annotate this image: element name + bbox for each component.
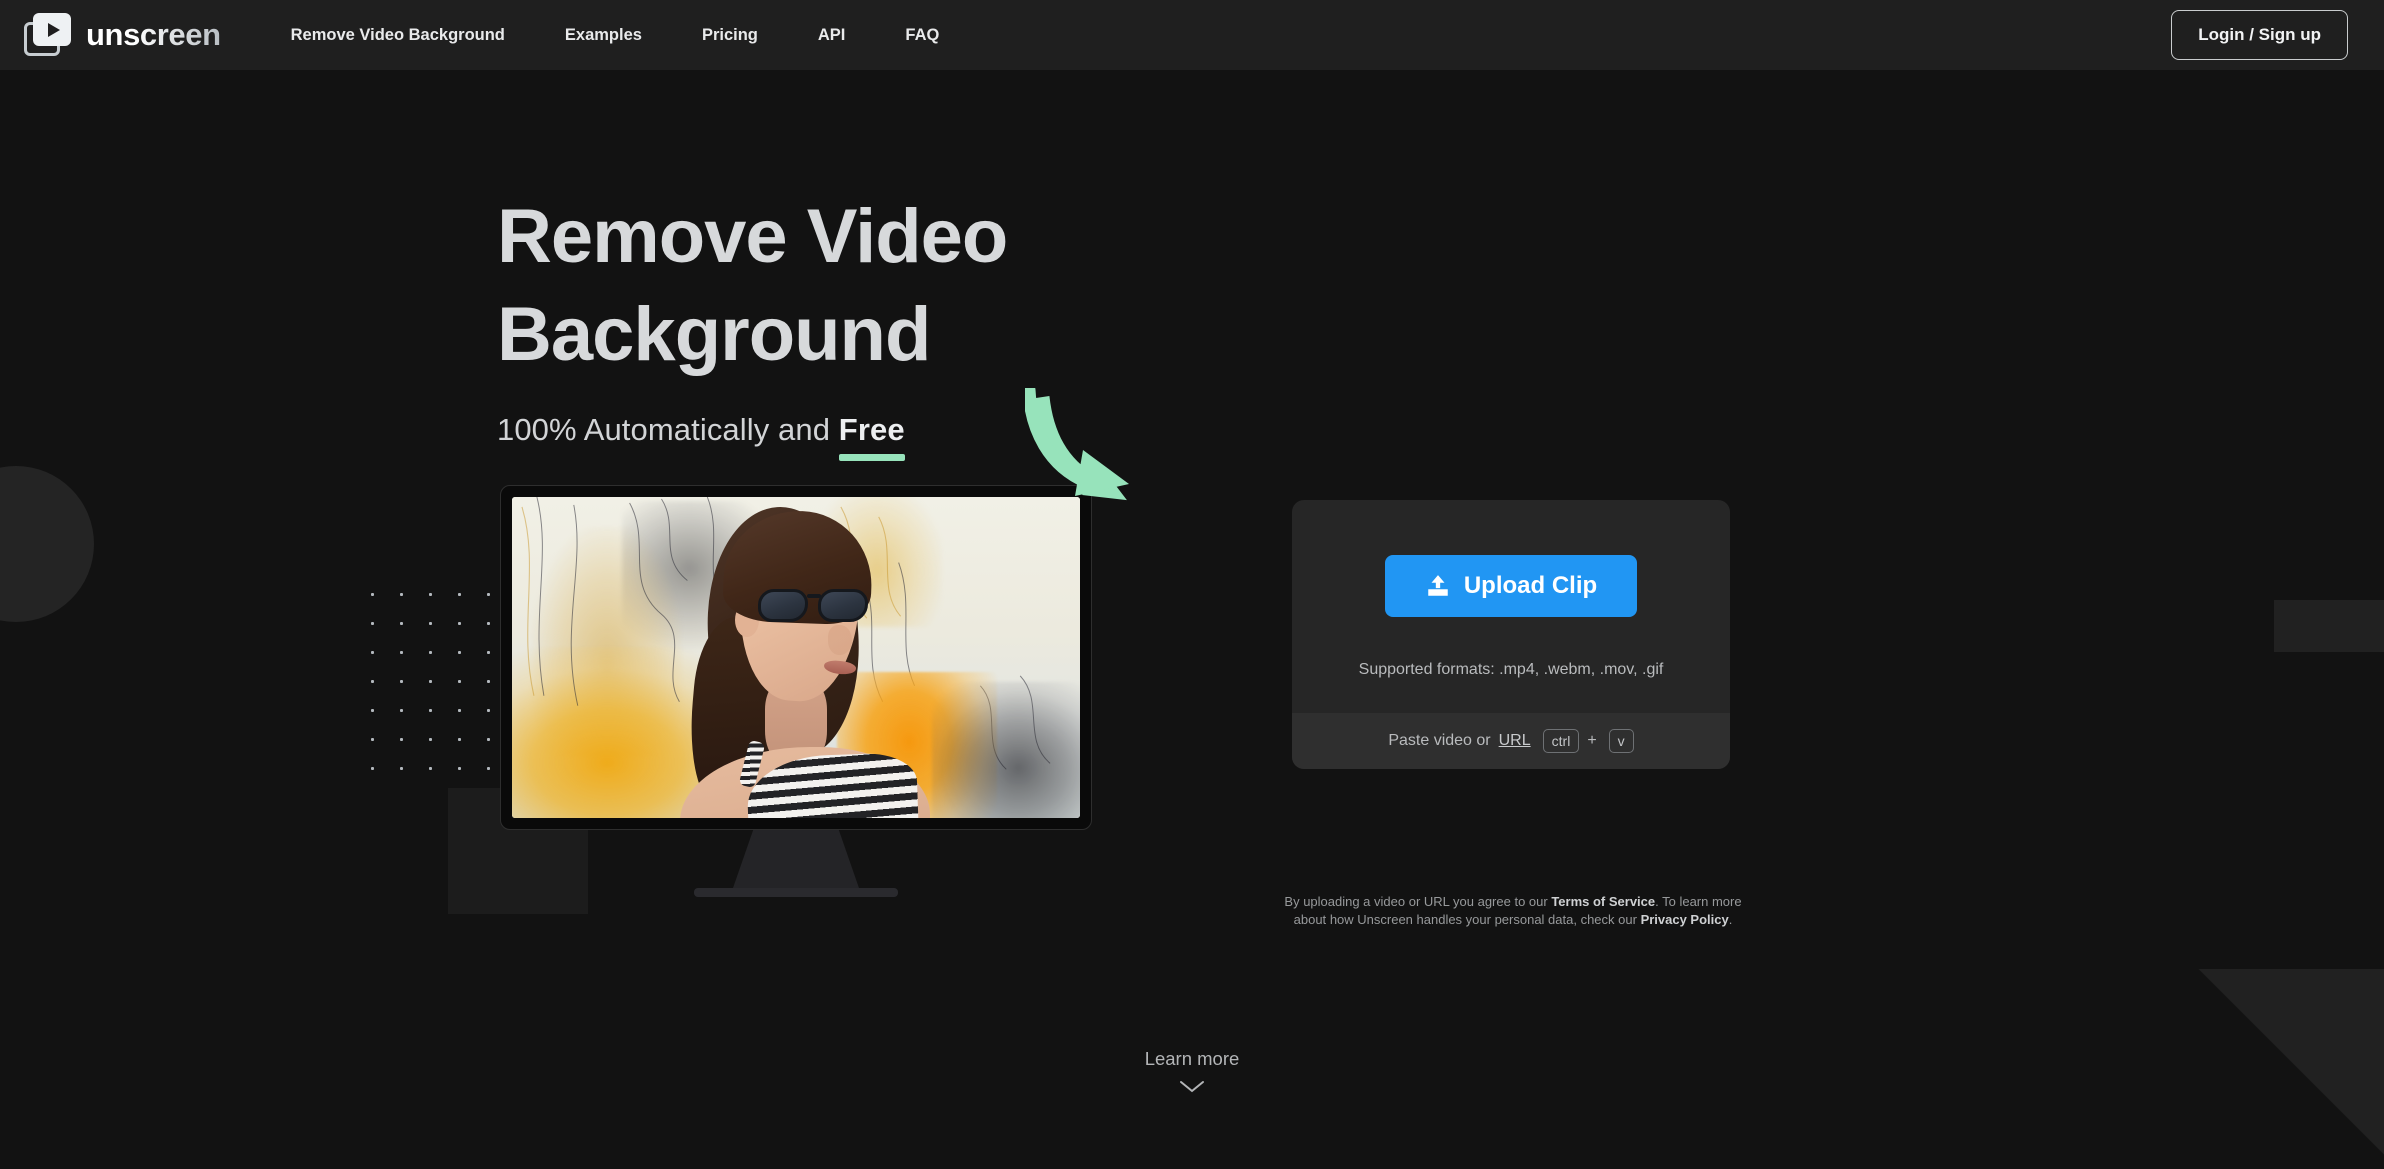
video-preview-woman-sunglasses: [512, 497, 1080, 818]
upload-clip-label: Upload Clip: [1463, 572, 1598, 599]
legal-disclaimer: By uploading a video or URL you agree to…: [1278, 893, 1748, 929]
keycap-v: v: [1608, 729, 1634, 754]
monitor-stand: [733, 830, 859, 888]
upload-icon: [1428, 575, 1448, 596]
learn-more-label: Learn more: [1144, 1048, 1240, 1069]
unscreen-play-video-icon: [24, 13, 72, 57]
site-header: unscreen Remove Video Background Example…: [0, 0, 2384, 70]
nav-item-pricing[interactable]: Pricing: [702, 26, 758, 45]
hero-section: Remove Video Background 100% Automatical…: [0, 70, 2384, 1169]
keycap-plus: +: [1587, 732, 1597, 750]
monitor-base: [694, 888, 898, 897]
nav-item-api[interactable]: API: [818, 26, 846, 45]
brand-name: unscreen: [86, 17, 221, 52]
nav-item-remove-video-background[interactable]: Remove Video Background: [291, 26, 505, 45]
paste-url-bar[interactable]: Paste video or URL ctrl + v: [1292, 713, 1730, 770]
page-title: Remove Video Background: [497, 188, 1257, 384]
upload-card-body: Upload Clip Supported formats: .mp4, .we…: [1292, 500, 1730, 713]
login-signup-button[interactable]: Login / Sign up: [2171, 10, 2348, 60]
curved-arrow-icon: [1025, 388, 1129, 501]
nav-item-faq[interactable]: FAQ: [905, 26, 939, 45]
unscreen-landing-page: unscreen Remove Video Background Example…: [0, 0, 2384, 1169]
hero-subtitle-highlight: Free: [839, 412, 905, 451]
hero-title-line-1: Remove Video: [497, 194, 1008, 279]
legal-line2-suffix: .: [1728, 912, 1733, 927]
terms-of-service-link[interactable]: Terms of Service: [1551, 894, 1655, 909]
supported-formats-text: Supported formats: .mp4, .webm, .mov, .g…: [1358, 661, 1664, 678]
monitor-mockup: [500, 485, 1092, 897]
monitor-bezel: [500, 485, 1092, 830]
chevron-down-icon: [1180, 1081, 1204, 1093]
sunglasses: [758, 587, 876, 625]
dot-grid-pattern: [358, 580, 492, 780]
legal-line2-prefix: how Unscreen handles your personal data,…: [1329, 912, 1641, 927]
upload-card: Upload Clip Supported formats: .mp4, .we…: [1292, 500, 1730, 770]
nav-item-examples[interactable]: Examples: [565, 26, 642, 45]
legal-line1-prefix: By uploading a video or URL you agree to…: [1284, 894, 1552, 909]
main-navigation: Remove Video Background Examples Pricing…: [291, 26, 940, 45]
keycap-ctrl: ctrl: [1542, 729, 1580, 754]
brand-logo-link[interactable]: unscreen: [24, 13, 221, 57]
hero-subtitle-prefix: 100% Automatically and: [497, 412, 839, 447]
upload-clip-button[interactable]: Upload Clip: [1384, 555, 1638, 617]
learn-more-link[interactable]: Learn more: [0, 1048, 2384, 1093]
privacy-policy-link[interactable]: Privacy Policy: [1641, 912, 1729, 927]
paste-prefix-label: Paste video or: [1388, 732, 1491, 750]
hero-title-line-2: Background: [497, 292, 931, 377]
paste-url-link[interactable]: URL: [1499, 732, 1531, 750]
